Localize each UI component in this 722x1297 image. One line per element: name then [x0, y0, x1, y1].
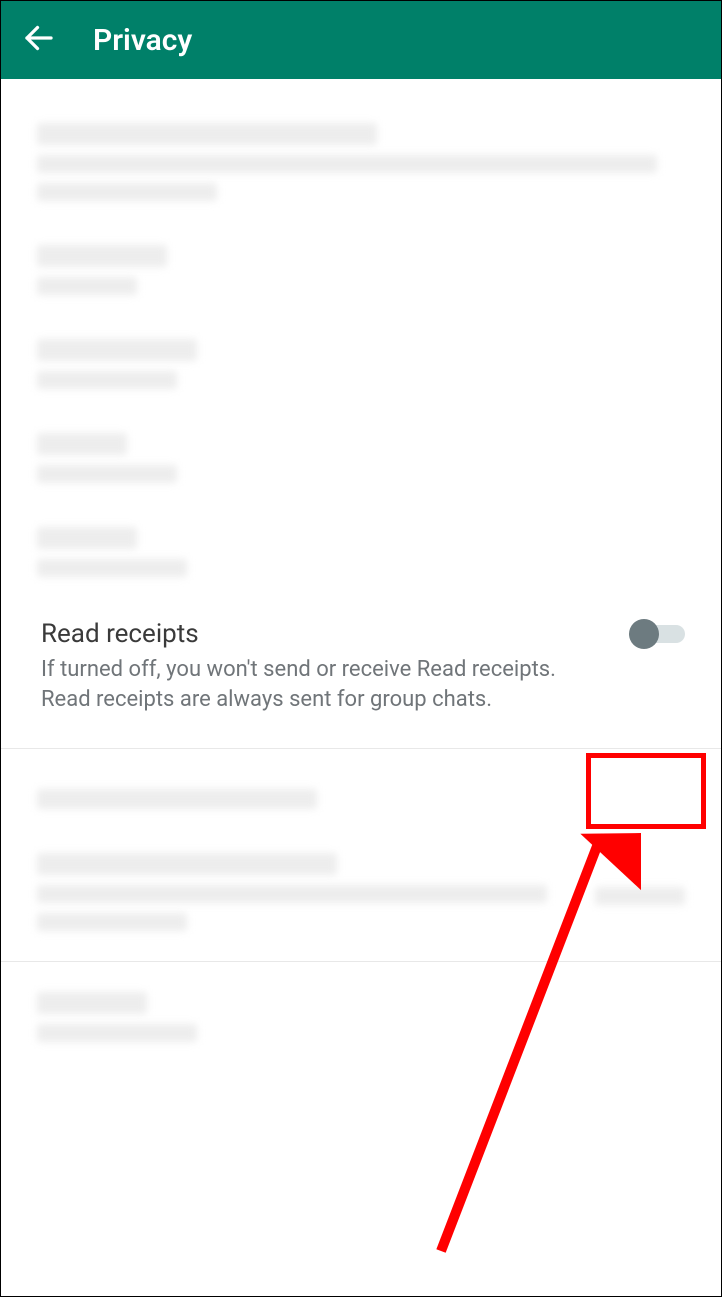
settings-list: Read receipts If turned off, you won't s…: [1, 79, 721, 1072]
read-receipts-title: Read receipts: [41, 619, 599, 649]
setting-item-blurred[interactable]: [1, 749, 721, 839]
page-title: Privacy: [93, 23, 192, 58]
setting-item-blurred[interactable]: [1, 513, 721, 607]
read-receipts-text: Read receipts If turned off, you won't s…: [41, 619, 629, 714]
setting-item-blurred[interactable]: [1, 839, 721, 961]
read-receipts-row[interactable]: Read receipts If turned off, you won't s…: [1, 607, 721, 748]
setting-item-blurred[interactable]: [1, 325, 721, 419]
setting-item-blurred[interactable]: [1, 419, 721, 513]
setting-item-blurred[interactable]: [1, 962, 721, 1072]
toggle-thumb: [629, 619, 659, 649]
setting-item-blurred[interactable]: [1, 109, 721, 231]
read-receipts-toggle[interactable]: [629, 619, 685, 649]
setting-item-blurred[interactable]: [1, 231, 721, 325]
back-button[interactable]: [21, 20, 57, 60]
app-bar: Privacy: [1, 1, 721, 79]
read-receipts-description: If turned off, you won't send or receive…: [41, 655, 561, 714]
arrow-left-icon: [21, 20, 57, 56]
